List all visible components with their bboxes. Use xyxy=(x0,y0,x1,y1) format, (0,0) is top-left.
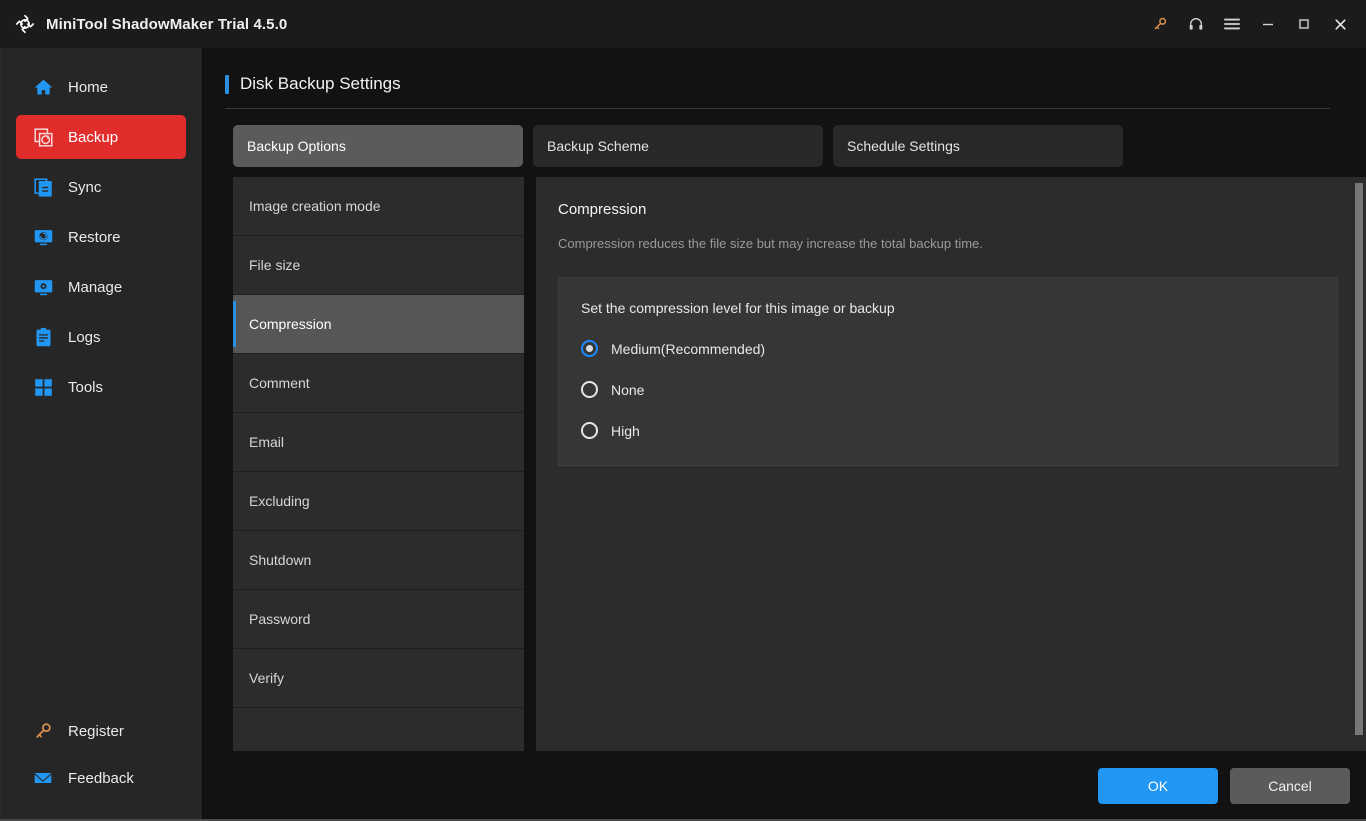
sidebar-item-restore[interactable]: Restore xyxy=(16,215,186,259)
main-content: Disk Backup Settings Backup Options Back… xyxy=(203,48,1366,821)
list-item-file-size[interactable]: File size xyxy=(233,236,524,295)
sidebar-item-logs[interactable]: Logs xyxy=(16,315,186,359)
list-item-label: Image creation mode xyxy=(249,198,381,214)
list-item-shutdown[interactable]: Shutdown xyxy=(233,531,524,590)
sidebar-item-label: Sync xyxy=(68,178,102,196)
radio-option-high[interactable]: High xyxy=(581,422,1315,439)
list-item-label: Password xyxy=(249,611,311,627)
sidebar-item-label: Restore xyxy=(68,228,121,246)
sync-arrows-icon xyxy=(14,13,36,35)
sidebar-item-register[interactable]: Register xyxy=(16,709,186,753)
content-title: Compression xyxy=(558,201,647,218)
compression-settings-panel: Compression Compression reduces the file… xyxy=(536,177,1366,751)
radio-label: Medium(Recommended) xyxy=(611,340,766,357)
radio-option-none[interactable]: None xyxy=(581,381,1315,398)
window-border-left xyxy=(0,48,2,821)
sidebar-item-label: Backup xyxy=(68,128,119,146)
sidebar-item-home[interactable]: Home xyxy=(16,65,186,109)
list-item-label: Compression xyxy=(249,316,332,332)
settings-panels: Image creation mode File size Compressio… xyxy=(233,177,1366,751)
page-title: Disk Backup Settings xyxy=(240,74,401,93)
headset-icon[interactable] xyxy=(1178,7,1214,41)
list-item-label: File size xyxy=(249,257,301,273)
maximize-icon[interactable] xyxy=(1286,7,1322,41)
radio-option-medium[interactable]: Medium(Recommended) xyxy=(581,340,1315,357)
restore-icon xyxy=(32,226,54,248)
list-item-label: Excluding xyxy=(249,493,310,509)
radio-button-high[interactable] xyxy=(581,422,598,439)
tab-bar: Backup Options Backup Scheme Schedule Se… xyxy=(225,109,1366,167)
minimize-icon[interactable] xyxy=(1250,7,1286,41)
sidebar-item-feedback[interactable]: Feedback xyxy=(16,756,186,800)
list-item-label: Shutdown xyxy=(249,552,312,568)
backup-icon xyxy=(32,126,54,148)
manage-icon xyxy=(32,276,54,298)
scrollbar-thumb[interactable] xyxy=(1355,183,1363,735)
ok-button[interactable]: OK xyxy=(1098,768,1218,804)
sidebar-item-label: Home xyxy=(68,78,109,96)
card-heading: Set the compression level for this image… xyxy=(581,300,895,316)
sidebar-item-backup[interactable]: Backup xyxy=(16,115,186,159)
sidebar-item-tools[interactable]: Tools xyxy=(16,365,186,409)
tab-backup-scheme[interactable]: Backup Scheme xyxy=(533,125,823,167)
key-icon[interactable] xyxy=(1142,7,1178,41)
list-item-label: Email xyxy=(249,434,285,450)
tab-label: Schedule Settings xyxy=(847,138,960,154)
window-controls xyxy=(1142,7,1358,41)
list-item-password[interactable]: Password xyxy=(233,590,524,649)
list-item-label: Comment xyxy=(249,375,310,391)
radio-button-none[interactable] xyxy=(581,381,598,398)
title-accent-bar xyxy=(225,74,229,94)
close-icon[interactable] xyxy=(1322,7,1358,41)
window-body: Home Backup Sync Restore Manage Logs Too… xyxy=(0,48,1366,821)
page-header: Disk Backup Settings xyxy=(203,48,1366,109)
radio-label: None xyxy=(611,381,645,398)
key-icon xyxy=(32,720,54,742)
sync-icon xyxy=(32,176,54,198)
list-item-excluding[interactable]: Excluding xyxy=(233,472,524,531)
list-item-comment[interactable]: Comment xyxy=(233,354,524,413)
content-description: Compression reduces the file size but ma… xyxy=(558,236,983,251)
hamburger-menu-icon[interactable] xyxy=(1214,7,1250,41)
sidebar-item-label: Feedback xyxy=(68,769,134,787)
logs-icon xyxy=(32,326,54,348)
sidebar-item-manage[interactable]: Manage xyxy=(16,265,186,309)
envelope-icon xyxy=(32,767,54,789)
radio-label: High xyxy=(611,422,640,439)
radio-button-medium[interactable] xyxy=(581,340,598,357)
dialog-footer: OK Cancel xyxy=(203,751,1366,821)
tab-schedule-settings[interactable]: Schedule Settings xyxy=(833,125,1123,167)
list-item-label: Verify xyxy=(249,670,285,686)
list-item-email[interactable]: Email xyxy=(233,413,524,472)
sidebar: Home Backup Sync Restore Manage Logs Too… xyxy=(0,48,203,821)
sidebar-item-label: Tools xyxy=(68,378,104,396)
tools-icon xyxy=(32,376,54,398)
tab-label: Backup Options xyxy=(247,138,346,154)
list-item-verify[interactable]: Verify xyxy=(233,649,524,708)
title-bar-left: MiniTool ShadowMaker Trial 4.5.0 xyxy=(14,13,287,35)
sidebar-item-label: Register xyxy=(68,722,124,740)
list-item-compression[interactable]: Compression xyxy=(233,295,524,354)
list-item-empty xyxy=(233,708,524,751)
app-window: MiniTool ShadowMaker Trial 4.5.0 Home Ba… xyxy=(0,0,1366,821)
compression-level-card: Set the compression level for this image… xyxy=(558,277,1338,466)
list-item-image-creation-mode[interactable]: Image creation mode xyxy=(233,177,524,236)
sidebar-item-sync[interactable]: Sync xyxy=(16,165,186,209)
tab-label: Backup Scheme xyxy=(547,138,649,154)
sidebar-item-label: Manage xyxy=(68,278,123,296)
content-scrollbar[interactable] xyxy=(1354,177,1364,751)
cancel-button[interactable]: Cancel xyxy=(1230,768,1350,804)
page-title-row: Disk Backup Settings xyxy=(225,74,1346,94)
settings-list: Image creation mode File size Compressio… xyxy=(233,177,524,751)
tab-backup-options[interactable]: Backup Options xyxy=(233,125,523,167)
sidebar-item-label: Logs xyxy=(68,328,101,346)
sidebar-bottom: Register Feedback xyxy=(0,706,202,821)
app-title: MiniTool ShadowMaker Trial 4.5.0 xyxy=(46,15,288,33)
title-bar: MiniTool ShadowMaker Trial 4.5.0 xyxy=(0,0,1366,48)
home-icon xyxy=(32,76,54,98)
